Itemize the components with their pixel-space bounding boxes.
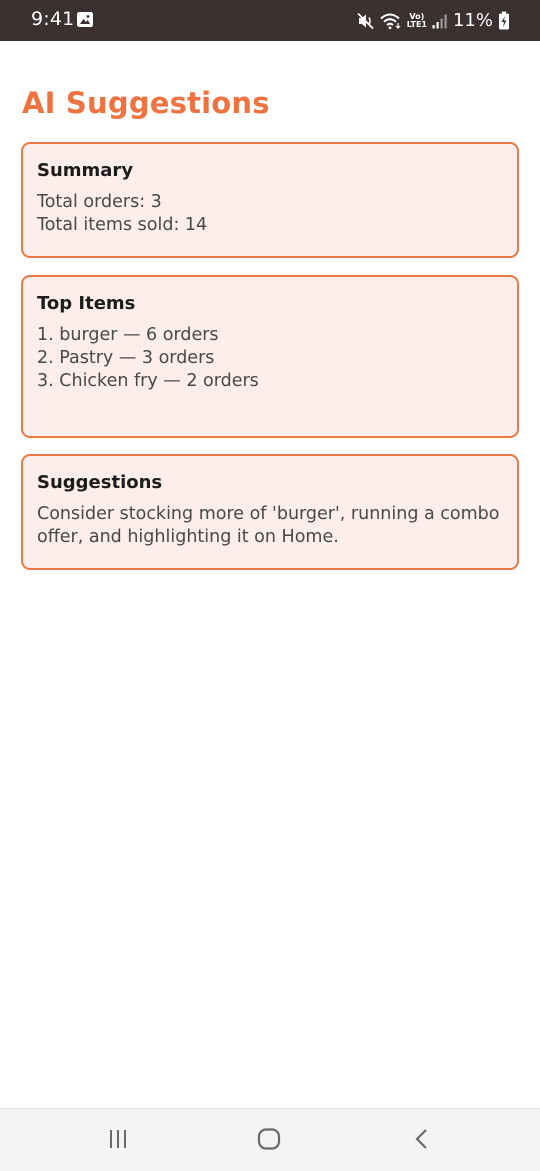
suggestions-heading: Suggestions (37, 472, 163, 493)
page-title: AI Suggestions (22, 86, 270, 120)
suggestions-card: Suggestions Consider stocking more of 'b… (21, 454, 519, 570)
suggestion-line: offer, and highlighting it on Home. (37, 527, 339, 547)
wifi-icon (380, 13, 401, 29)
mute-icon (357, 12, 374, 29)
image-icon (77, 12, 93, 27)
top-item-line: 1. burger — 6 orders (37, 325, 219, 345)
back-icon[interactable] (410, 1126, 434, 1152)
top-item-line: 2. Pastry — 3 orders (37, 348, 215, 368)
suggestion-line: Consider stocking more of 'burger', runn… (37, 504, 500, 524)
status-time: 9:41 (31, 8, 75, 30)
summary-card: Summary Total orders: 3 Total items sold… (21, 142, 519, 258)
top-items-heading: Top Items (37, 293, 136, 314)
top-items-card: Top Items 1. burger — 6 orders 2. Pastry… (21, 275, 519, 438)
battery-charging-icon (499, 11, 509, 30)
summary-heading: Summary (37, 160, 134, 181)
status-bar: 9:41 Vo) LTE1 11% (0, 0, 540, 41)
home-icon[interactable] (256, 1126, 282, 1152)
signal-icon (432, 14, 447, 28)
battery-percent: 11% (452, 10, 493, 31)
status-icons: Vo) LTE1 11% (357, 0, 510, 41)
volte-bottom-label: LTE1 (406, 19, 427, 29)
summary-line: Total orders: 3 (37, 192, 162, 212)
navigation-bar (0, 1108, 540, 1171)
summary-line: Total items sold: 14 (37, 215, 208, 235)
recents-icon[interactable] (106, 1126, 130, 1152)
volte-label: Vo) LTE1 (406, 12, 427, 29)
top-item-line: 3. Chicken fry — 2 orders (37, 371, 259, 391)
